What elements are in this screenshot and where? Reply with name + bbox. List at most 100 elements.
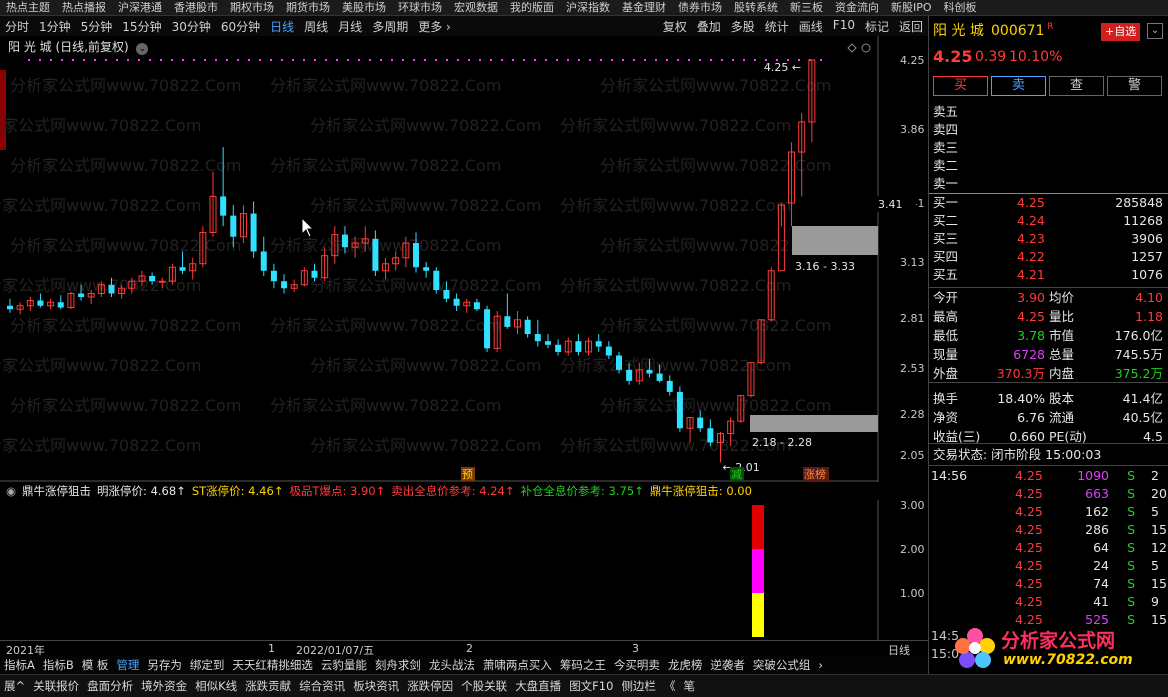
dotted-marker: [204, 59, 206, 61]
topnav-item[interactable]: 期货市场: [280, 0, 336, 15]
candle-body: [534, 334, 541, 342]
indicator-value: 极品T爆点: 3.90↑: [289, 484, 386, 498]
indicator-tab[interactable]: 刻舟求剑: [371, 657, 425, 673]
indicator-tab[interactable]: ›: [814, 658, 827, 672]
status-item[interactable]: 侧边栏: [617, 678, 660, 694]
dotted-marker: [688, 59, 690, 61]
topnav-item[interactable]: 美股市场: [336, 0, 392, 15]
toolbar-action[interactable]: 返回: [894, 18, 928, 35]
candle-body: [544, 341, 551, 345]
topnav-item[interactable]: 基金理财: [616, 0, 672, 15]
watermark-text: 分析家公式网www.70822.Com: [0, 436, 201, 455]
indicator-tab[interactable]: 龙虎榜: [664, 657, 707, 673]
trade-button[interactable]: 警: [1107, 76, 1162, 96]
topnav-item[interactable]: 新股IPO: [885, 0, 938, 15]
status-item[interactable]: 关联报价: [29, 678, 83, 694]
period-tab[interactable]: 月线: [333, 18, 367, 35]
toolbar-action[interactable]: 画线: [794, 18, 828, 35]
period-tab[interactable]: 1分钟: [34, 18, 76, 35]
topnav-item[interactable]: 股转系统: [728, 0, 784, 15]
stat-value: 1.18: [1135, 309, 1163, 324]
kline-chart[interactable]: 分析家公式网www.70822.Com 分析家公式网www.70822.Com 分析…: [0, 36, 928, 482]
period-tab[interactable]: 30分钟: [167, 18, 216, 35]
topnav-item[interactable]: 我的版面: [504, 0, 560, 15]
trade-button[interactable]: 查: [1049, 76, 1104, 96]
indicator-chart[interactable]: 3.00 2.00 1.00: [0, 500, 928, 640]
status-item[interactable]: 涨跌停因: [403, 678, 457, 694]
status-item[interactable]: 综合资讯: [295, 678, 349, 694]
period-tab[interactable]: 60分钟: [216, 18, 265, 35]
status-item[interactable]: 板块资讯: [349, 678, 403, 694]
period-tab[interactable]: 5分钟: [76, 18, 118, 35]
period-tab[interactable]: 日线: [265, 18, 299, 35]
indicator-tab[interactable]: 今买明卖: [610, 657, 664, 673]
period-tab[interactable]: 15分钟: [117, 18, 166, 35]
toolbar-action[interactable]: F10: [828, 18, 860, 35]
topnav-item[interactable]: 科创板: [938, 0, 983, 15]
status-item[interactable]: 境外资金: [137, 678, 191, 694]
topnav-item[interactable]: 环球市场: [392, 0, 448, 15]
toolbar-action[interactable]: 多股: [726, 18, 760, 35]
indicator-tab[interactable]: 筹码之王: [556, 657, 610, 673]
status-item[interactable]: 个股关联: [457, 678, 511, 694]
trade-button[interactable]: 卖: [991, 76, 1046, 96]
period-tab[interactable]: 多周期: [367, 18, 413, 35]
period-tab[interactable]: 分时: [0, 18, 34, 35]
period-tab[interactable]: 周线: [299, 18, 333, 35]
chevron-down-icon[interactable]: ⌄: [136, 43, 149, 55]
indicator-tab[interactable]: 另存为: [143, 657, 186, 673]
candle-body: [341, 234, 348, 248]
topnav-item[interactable]: 香港股市: [168, 0, 224, 15]
topnav-item[interactable]: 期权市场: [224, 0, 280, 15]
topnav-item[interactable]: 热点主题: [0, 0, 56, 15]
trade-button[interactable]: 买: [933, 76, 988, 96]
toolbar-action[interactable]: 复权: [658, 18, 692, 35]
topnav-item[interactable]: 沪深港通: [112, 0, 168, 15]
topnav-item[interactable]: 宏观数据: [448, 0, 504, 15]
indicator-tab[interactable]: 逆袭者: [706, 657, 749, 673]
indicator-tab[interactable]: 指标A: [0, 657, 39, 673]
toolbar-action[interactable]: 标记: [860, 18, 894, 35]
dotted-marker: [28, 59, 30, 61]
indicator-name[interactable]: 鼎牛涨停狙击: [22, 483, 91, 499]
indicator-tab[interactable]: 指标B: [39, 657, 78, 673]
indicator-tab[interactable]: 突破公式组: [749, 657, 815, 673]
topnav-item[interactable]: 债券市场: [672, 0, 728, 15]
bid-row[interactable]: 买五 4.21 1076: [929, 266, 1168, 284]
indicator-tab[interactable]: 管理: [112, 657, 143, 673]
indicator-tab[interactable]: 模 板: [78, 657, 113, 673]
toolbar-action[interactable]: 统计: [760, 18, 794, 35]
dotted-marker: [336, 59, 338, 61]
indicator-tab[interactable]: 天天红精挑细选: [228, 657, 317, 673]
period-tab[interactable]: 更多 ›: [413, 18, 456, 35]
toolbar-action[interactable]: 叠加: [692, 18, 726, 35]
status-item[interactable]: 大盘直播: [511, 678, 565, 694]
status-item[interactable]: 盘面分析: [83, 678, 137, 694]
topnav-item[interactable]: 资金流向: [829, 0, 885, 15]
bid-row[interactable]: 买四 4.22 1257: [929, 248, 1168, 266]
watermark-text: 分析家公式网www.70822.Com: [560, 196, 791, 215]
collapse-panel-icon[interactable]: ⌄: [1147, 23, 1163, 39]
indicator-tab[interactable]: 萧啸两点买入: [479, 657, 556, 673]
status-item[interactable]: 图文F10: [565, 678, 617, 694]
status-item[interactable]: 笔: [679, 678, 699, 694]
tick-price: 4.25: [1015, 540, 1043, 555]
bid-row[interactable]: 买三 4.23 3906: [929, 230, 1168, 248]
bid-row[interactable]: 买二 4.24 11268: [929, 212, 1168, 230]
collapse-icon[interactable]: ◉: [6, 484, 16, 498]
toolbar-actions: 复权 叠加 多股 统计 画线 F10 标记 返回: [658, 18, 928, 35]
add-watchlist-button[interactable]: +自选: [1101, 23, 1141, 41]
topnav-item[interactable]: 沪深指数: [560, 0, 616, 15]
stat-key: 量比: [1049, 309, 1075, 324]
topnav-item[interactable]: 新三板: [784, 0, 829, 15]
indicator-tab[interactable]: 绑定到: [186, 657, 229, 673]
status-item[interactable]: 相似K线: [191, 678, 241, 694]
status-item[interactable]: 《: [660, 678, 680, 694]
bid-row[interactable]: 买一 4.25 285848: [929, 194, 1168, 212]
indicator-tab[interactable]: 云豹量能: [317, 657, 371, 673]
status-item[interactable]: 涨跌贡献: [241, 678, 295, 694]
indicator-tab[interactable]: 龙头战法: [425, 657, 479, 673]
ind-axis-label: 2.00: [900, 543, 925, 556]
status-item[interactable]: 展^: [0, 678, 29, 694]
topnav-item[interactable]: 热点播报: [56, 0, 112, 15]
